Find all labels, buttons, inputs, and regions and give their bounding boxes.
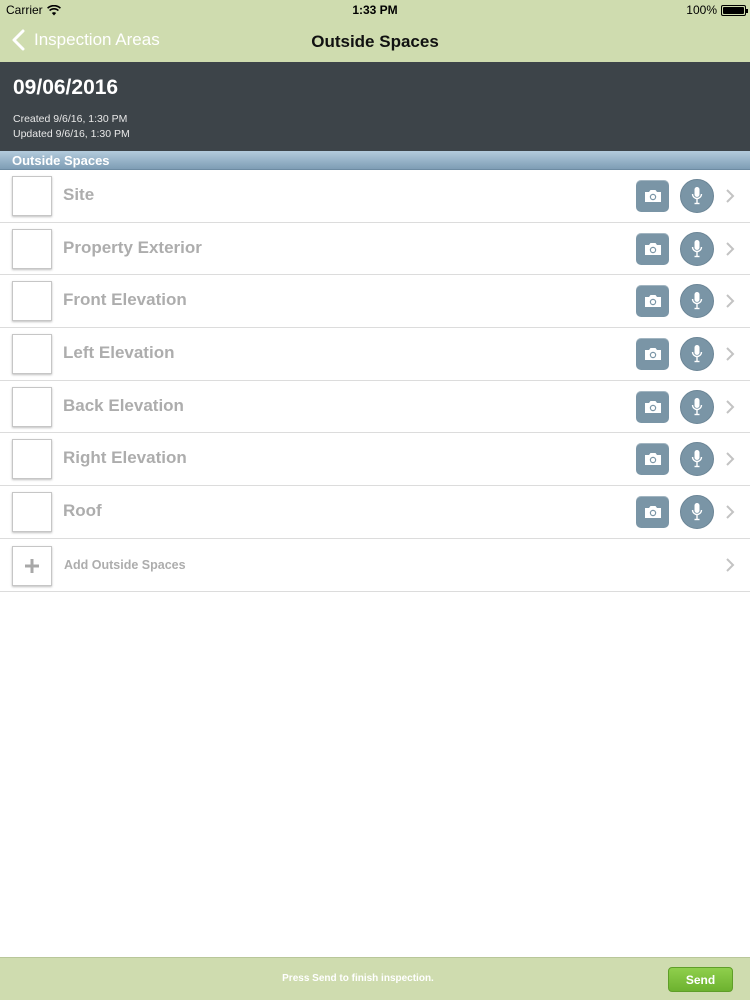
list-item[interactable]: Site (0, 170, 750, 223)
camera-button[interactable] (636, 338, 669, 371)
item-checkbox[interactable] (12, 176, 52, 216)
microphone-button[interactable] (680, 389, 714, 424)
camera-button[interactable] (636, 443, 669, 476)
battery-fill (723, 6, 744, 14)
microphone-button[interactable] (680, 231, 714, 266)
chevron-right-icon (726, 347, 735, 361)
microphone-icon (691, 292, 703, 310)
updated-timestamp: Updated 9/6/16, 1:30 PM (13, 128, 130, 140)
chevron-right-icon (726, 294, 735, 309)
status-right: 100% (686, 3, 748, 17)
section-header: Outside Spaces (0, 151, 750, 170)
chevron-right-icon (726, 241, 735, 256)
page-title: Outside Spaces (311, 32, 439, 51)
camera-icon (644, 242, 661, 255)
camera-icon (644, 348, 661, 361)
item-checkbox[interactable] (12, 386, 52, 427)
inspection-date: 09/06/2016 (13, 76, 119, 99)
microphone-icon (691, 450, 703, 468)
chevron-right-icon (726, 400, 735, 414)
camera-button[interactable] (636, 232, 669, 265)
list-item[interactable]: Property Exterior (0, 223, 750, 276)
microphone-button[interactable] (680, 442, 714, 477)
plus-icon (25, 558, 39, 573)
camera-icon (644, 295, 661, 308)
microphone-button[interactable] (680, 337, 714, 372)
chevron-right-icon (726, 452, 735, 467)
item-label: Site (63, 185, 95, 204)
item-label: Back Elevation (63, 395, 184, 415)
microphone-icon (691, 187, 703, 205)
microphone-button[interactable] (680, 495, 714, 530)
item-label: Left Elevation (63, 343, 175, 363)
camera-icon (644, 506, 661, 519)
camera-button[interactable] (636, 496, 669, 529)
item-checkbox[interactable] (12, 281, 52, 322)
chevron-right-icon (726, 505, 735, 519)
camera-button[interactable] (636, 285, 669, 318)
add-button[interactable] (12, 545, 52, 586)
camera-button[interactable] (636, 390, 669, 423)
inspection-header: 09/06/2016 Created 9/6/16, 1:30 PM Updat… (0, 62, 750, 151)
camera-icon (644, 190, 661, 202)
camera-icon (644, 453, 661, 466)
microphone-icon (691, 503, 703, 521)
created-timestamp: Created 9/6/16, 1:30 PM (13, 113, 128, 125)
item-checkbox[interactable] (12, 334, 52, 375)
list-item[interactable]: Right Elevation (0, 433, 750, 487)
microphone-button[interactable] (680, 284, 714, 319)
battery-percent: 100% (686, 3, 717, 17)
item-label: Front Elevation (63, 290, 187, 310)
send-button[interactable]: Send (668, 967, 733, 992)
footer-message: Press Send to finish inspection. (282, 973, 434, 984)
list-item[interactable]: Left Elevation (0, 328, 750, 381)
camera-icon (644, 400, 661, 413)
status-bar: Carrier 1:33 PM 100% (0, 0, 750, 20)
list-item[interactable]: Front Elevation (0, 275, 750, 329)
item-label: Property Exterior (63, 237, 202, 257)
microphone-icon (691, 345, 703, 363)
status-time: 1:33 PM (352, 3, 398, 17)
list-item[interactable]: Back Elevation (0, 381, 750, 434)
camera-button[interactable] (636, 180, 669, 212)
navigation-bar: Inspection Areas Outside Spaces (0, 20, 750, 62)
outside-spaces-list: Site Property Exterior Front Elevation L… (0, 170, 750, 592)
microphone-icon (691, 239, 703, 257)
list-item[interactable]: Roof (0, 486, 750, 539)
bottom-toolbar: Press Send to finish inspection. Send (0, 957, 750, 1000)
item-checkbox[interactable] (12, 439, 52, 480)
item-label: Roof (63, 501, 102, 521)
add-label: Add Outside Spaces (64, 557, 186, 572)
chevron-right-icon (726, 558, 735, 572)
battery-icon (721, 4, 748, 16)
microphone-icon (691, 397, 703, 415)
chevron-right-icon (726, 189, 735, 203)
item-checkbox[interactable] (12, 492, 52, 533)
microphone-button[interactable] (680, 179, 714, 213)
item-checkbox[interactable] (12, 228, 52, 269)
add-outside-spaces-row[interactable]: Add Outside Spaces (0, 539, 750, 592)
item-label: Right Elevation (63, 448, 187, 468)
